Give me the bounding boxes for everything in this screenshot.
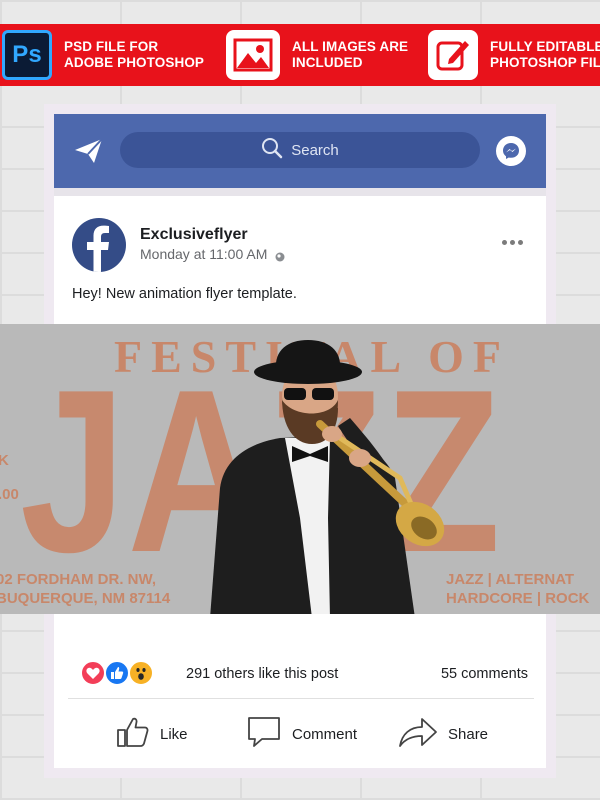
comment-button[interactable]: Comment bbox=[246, 714, 357, 754]
like-button[interactable]: Like bbox=[116, 714, 188, 754]
more-options-icon[interactable] bbox=[502, 240, 523, 245]
comments-count[interactable]: 55 comments bbox=[441, 666, 528, 682]
flyer-address: 02 FORDHAM DR. NW, BUQUERQUE, NM 87114 bbox=[0, 570, 170, 608]
banner-line: PHOTOSHOP FILE bbox=[490, 55, 600, 70]
banner-line: ADOBE PHOTOSHOP bbox=[64, 55, 205, 70]
image-icon bbox=[226, 30, 280, 80]
top-banner: Ps PSD FILE FOR ADOBE PHOTOSHOP ALL IMAG… bbox=[0, 24, 600, 86]
banner-line: FULLY EDITABLE bbox=[490, 39, 600, 54]
trumpet-player-photo bbox=[200, 338, 470, 614]
like-reaction-icon bbox=[104, 660, 130, 686]
flyer-address-line: 02 FORDHAM DR. NW, bbox=[0, 571, 157, 588]
banner-text: PSD FILE FOR ADOBE PHOTOSHOP bbox=[64, 39, 204, 71]
banner-line: ALL IMAGES ARE bbox=[292, 39, 409, 54]
photoshop-logo-icon: Ps bbox=[2, 30, 52, 80]
banner-item-editable: FULLY EDITABLE PHOTOSHOP FILE bbox=[428, 30, 600, 80]
facebook-logo-icon bbox=[87, 225, 109, 272]
comment-icon bbox=[246, 715, 282, 753]
likes-count[interactable]: 291 others like this post bbox=[186, 666, 338, 682]
banner-text: FULLY EDITABLE PHOTOSHOP FILE bbox=[490, 39, 600, 71]
globe-icon bbox=[275, 249, 285, 262]
flyer-address-line: BUQUERQUE, NM 87114 bbox=[0, 590, 171, 607]
banner-item-psd: Ps PSD FILE FOR ADOBE PHOTOSHOP bbox=[2, 30, 204, 80]
post-text: Hey! New animation flyer template. bbox=[72, 286, 297, 302]
author-name[interactable]: Exclusiveflyer bbox=[140, 226, 248, 244]
flyer-side-text: K .00 bbox=[0, 444, 19, 512]
search-input[interactable]: Search bbox=[120, 132, 480, 168]
banner-line: PSD FILE FOR bbox=[64, 39, 159, 54]
post-image[interactable]: FESTIVAL OF JAZZ K .00 02 FORDHAM DR. NW… bbox=[0, 324, 600, 614]
flyer-side-line: K bbox=[0, 452, 9, 469]
messenger-icon[interactable] bbox=[496, 136, 526, 166]
thumbs-up-icon bbox=[116, 716, 150, 752]
post-time-text: Monday at 11:00 AM bbox=[140, 246, 268, 262]
edit-pencil-icon bbox=[428, 30, 478, 80]
like-label: Like bbox=[160, 725, 188, 743]
banner-item-images: ALL IMAGES ARE INCLUDED bbox=[226, 30, 408, 80]
search-placeholder: Search bbox=[291, 141, 339, 159]
comment-label: Comment bbox=[292, 725, 358, 743]
send-icon[interactable] bbox=[74, 138, 104, 168]
banner-line: INCLUDED bbox=[292, 55, 363, 70]
flyer-side-line: .00 bbox=[0, 486, 19, 503]
reaction-icons[interactable] bbox=[80, 660, 154, 686]
app-header: Search bbox=[54, 114, 546, 188]
share-button[interactable]: Share bbox=[398, 714, 488, 754]
love-reaction-icon bbox=[80, 660, 106, 686]
banner-text: ALL IMAGES ARE INCLUDED bbox=[292, 39, 408, 71]
post-timestamp[interactable]: Monday at 11:00 AM bbox=[140, 246, 285, 262]
share-label: Share bbox=[448, 725, 489, 743]
share-icon bbox=[398, 716, 438, 752]
wow-reaction-icon bbox=[128, 660, 154, 686]
search-icon bbox=[261, 137, 283, 163]
header-divider bbox=[54, 188, 546, 196]
divider bbox=[68, 698, 534, 699]
avatar[interactable] bbox=[72, 218, 126, 272]
